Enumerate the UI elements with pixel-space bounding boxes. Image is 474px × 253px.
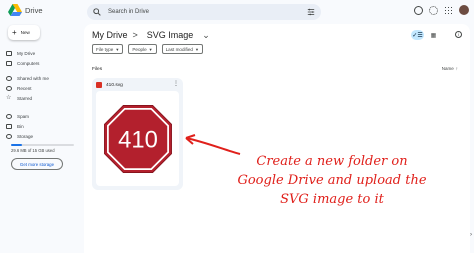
shared-people-icon <box>6 75 12 81</box>
sidebar-item-my-drive[interactable]: My Drive <box>6 49 35 57</box>
settings-gear-icon[interactable] <box>429 5 438 15</box>
drive-logo-icon <box>8 4 22 16</box>
sidebar-item-label: Starred <box>17 95 33 101</box>
sidebar-item-label: Computers <box>17 60 40 66</box>
search-options-icon[interactable] <box>307 8 315 16</box>
chevron-down-icon[interactable]: ⌄ <box>202 30 210 41</box>
caret-down-icon: ▼ <box>194 46 199 52</box>
clock-icon <box>6 85 12 91</box>
breadcrumb: My Drive > SVG Image ⌄ <box>92 29 210 41</box>
annotation-line: Google Drive and upload the <box>237 173 427 188</box>
filter-chips: File type ▼ People ▼ Last modified ▼ <box>92 44 203 54</box>
sidebar-item-label: Recent <box>17 85 32 91</box>
sidebar-item-shared[interactable]: Shared with me <box>6 74 49 82</box>
filter-people[interactable]: People ▼ <box>128 44 157 54</box>
annotation-line: Create a new folder on <box>256 154 408 169</box>
filter-label: People <box>132 46 147 52</box>
sidebar-item-label: Storage <box>17 133 34 139</box>
spam-icon <box>6 113 12 119</box>
annotation-text: Create a new folder on Google Drive and … <box>232 152 432 209</box>
view-toggle: ✓☰ ▦ <box>411 30 440 40</box>
arrow-up-icon: ↑ <box>455 66 458 71</box>
sidebar-item-spam[interactable]: Spam <box>6 112 29 120</box>
main-panel: My Drive > SVG Image ⌄ ✓☰ ▦ i File type … <box>84 24 470 253</box>
caret-down-icon: ▼ <box>115 46 120 52</box>
chevron-right-icon[interactable]: › <box>470 232 472 238</box>
stop-sign-image: 410 <box>103 104 172 173</box>
storage-usage-text: 29.6 MB of 15 GB used <box>11 148 55 153</box>
filter-label: Last modified <box>165 46 193 52</box>
list-view-icon[interactable]: ✓☰ <box>411 30 424 40</box>
sidebar-item-recent[interactable]: Recent <box>6 84 32 92</box>
filter-last-modified[interactable]: Last modified ▼ <box>161 44 203 54</box>
breadcrumb-separator: > <box>132 30 138 40</box>
search-icon[interactable] <box>93 8 101 16</box>
storage-progress-bar <box>11 144 74 146</box>
sidebar-item-computers[interactable]: Computers <box>6 59 39 67</box>
breadcrumb-my-drive[interactable]: My Drive <box>92 30 128 40</box>
new-button[interactable]: + New <box>8 25 40 40</box>
apps-grid-icon[interactable] <box>444 5 453 15</box>
info-icon[interactable]: i <box>455 31 462 38</box>
section-title-files: Files <box>92 67 103 72</box>
image-file-icon <box>96 82 102 88</box>
top-bar: Drive Search in Drive <box>0 0 474 24</box>
grid-view-icon[interactable]: ▦ <box>427 30 440 40</box>
search-input[interactable]: Search in Drive <box>108 9 149 15</box>
filter-label: File type <box>96 46 114 52</box>
sidebar-item-label: Spam <box>17 113 30 119</box>
top-right-icons <box>414 5 469 15</box>
annotation-line: SVG image to it <box>280 192 384 207</box>
star-icon: ☆ <box>6 94 12 101</box>
breadcrumb-current-folder[interactable]: SVG Image <box>143 29 198 41</box>
drive-window: Drive Search in Drive + New My Drive Com… <box>0 0 474 253</box>
filter-file-type[interactable]: File type ▼ <box>92 44 124 54</box>
sort-control[interactable]: Name ↑ <box>442 66 458 71</box>
bin-icon <box>6 123 12 129</box>
sidebar-item-label: Bin <box>17 123 24 129</box>
sidebar-item-storage[interactable]: Storage <box>6 132 33 140</box>
file-thumbnail: 410 <box>96 91 179 186</box>
sidebar-item-label: Shared with me <box>17 75 49 81</box>
file-name: 410.svg <box>106 82 123 88</box>
drive-logo[interactable]: Drive <box>8 4 43 16</box>
file-card-header: 410.svg <box>96 82 123 88</box>
logo-text: Drive <box>25 5 43 15</box>
more-options-icon[interactable]: ⋮ <box>173 81 179 87</box>
help-icon[interactable] <box>414 5 423 15</box>
file-card[interactable]: 410.svg ⋮ 410 <box>92 78 183 190</box>
new-button-label: New <box>20 30 30 35</box>
caret-down-icon: ▼ <box>148 46 153 52</box>
sidebar-item-label: My Drive <box>17 50 36 56</box>
sort-label: Name <box>441 66 454 71</box>
cloud-icon <box>6 133 12 139</box>
get-more-storage-button[interactable]: Get more storage <box>11 158 63 170</box>
storage-progress-fill <box>11 144 23 146</box>
plus-icon: + <box>12 27 17 37</box>
search-bar[interactable]: Search in Drive <box>87 4 321 20</box>
account-avatar[interactable] <box>459 5 469 15</box>
computer-icon <box>6 60 12 66</box>
sidebar-item-bin[interactable]: Bin <box>6 122 24 130</box>
sidebar-item-starred[interactable]: ☆ Starred <box>6 94 32 102</box>
my-drive-icon <box>6 50 12 56</box>
thumbnail-text: 410 <box>118 126 158 153</box>
